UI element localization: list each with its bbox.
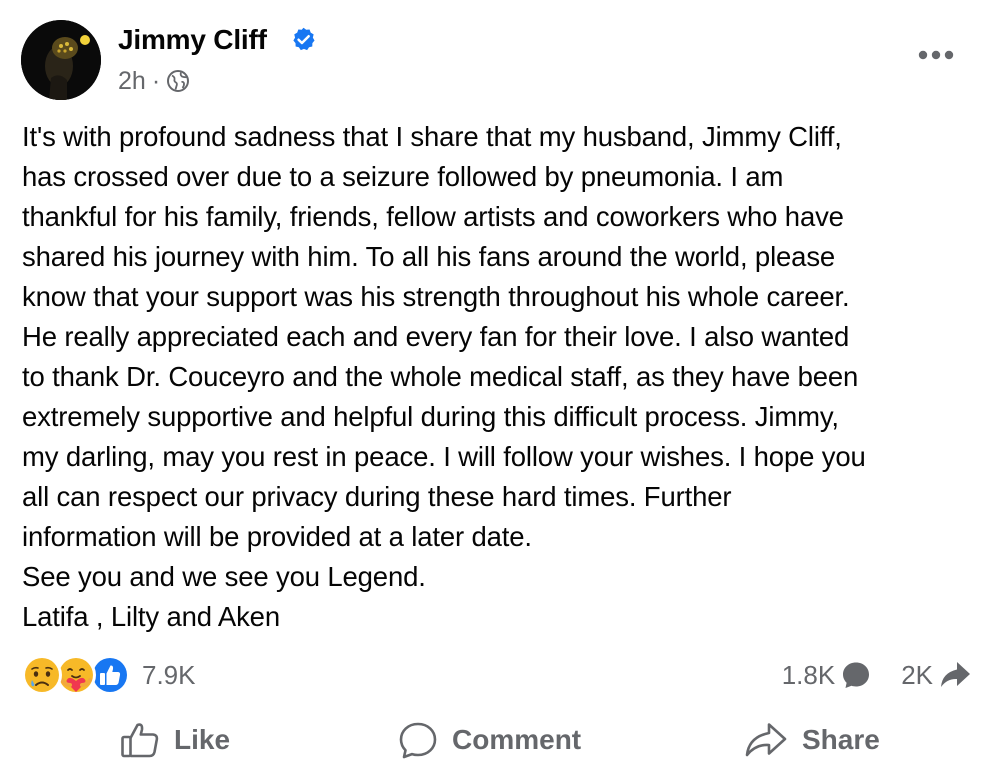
more-options-button[interactable] (914, 43, 958, 67)
post-body-line: thankful for his family, friends, fellow… (22, 201, 844, 232)
like-label: Like (174, 724, 231, 755)
post-body-line: my darling, may you rest in peace. I wil… (22, 441, 866, 472)
shares-count[interactable]: 2K (901, 660, 933, 691)
globe-icon[interactable] (166, 69, 190, 93)
reactions-summary[interactable]: 7.9K (22, 654, 196, 696)
post-body-line: information will be provided at a later … (22, 521, 532, 552)
post-body-line: all can respect our privacy during these… (22, 481, 732, 512)
post-body-line: know that your support was his strength … (22, 281, 850, 312)
more-horizontal-icon (918, 50, 954, 60)
share-arrow-icon (941, 662, 970, 687)
care-reaction-icon (56, 655, 96, 695)
comment-icon (399, 722, 437, 759)
share-button[interactable]: Share (744, 712, 880, 768)
like-thumb-icon (121, 723, 159, 758)
comment-bubble-icon (843, 662, 870, 688)
meta-separator: · (151, 66, 161, 95)
author-avatar[interactable] (21, 20, 101, 100)
post-body-line: See you and we see you Legend. (22, 561, 426, 592)
post-body: It's with profound sadness that I share … (22, 117, 977, 637)
post-meta: 2h · (118, 66, 190, 96)
comment-button[interactable]: Comment (398, 712, 581, 768)
share-label: Share (802, 724, 880, 755)
facebook-post: Jimmy Cliff 2h · It's with profound sadn… (0, 0, 989, 765)
comment-label: Comment (452, 724, 582, 755)
verified-badge-icon (293, 27, 315, 51)
share-icon (745, 723, 787, 757)
post-body-line: He really appreciated each and every fan… (22, 321, 850, 352)
post-action-bar: Like Comment Share (0, 712, 989, 768)
post-body-line: It's with profound sadness that I share … (22, 121, 842, 152)
comments-count[interactable]: 1.8K (782, 660, 836, 691)
post-body-line: Latifa , Lilty and Aken (22, 601, 280, 632)
engagement-counts: 1.8K 2K (782, 654, 971, 696)
like-button[interactable]: Like (120, 712, 230, 768)
reaction-count[interactable]: 7.9K (142, 660, 196, 691)
author-name[interactable]: Jimmy Cliff (118, 24, 267, 56)
avatar-image (21, 20, 101, 100)
sad-reaction-icon (22, 655, 62, 695)
post-timestamp[interactable]: 2h (118, 67, 146, 96)
post-body-line: extremely supportive and helpful during … (22, 401, 839, 432)
like-reaction-icon (90, 655, 130, 695)
post-body-line: to thank Dr. Couceyro and the whole medi… (22, 361, 859, 392)
post-body-line: has crossed over due to a seizure follow… (22, 161, 784, 192)
reaction-icons (22, 654, 134, 696)
post-body-line: shared his journey with him. To all his … (22, 241, 836, 272)
